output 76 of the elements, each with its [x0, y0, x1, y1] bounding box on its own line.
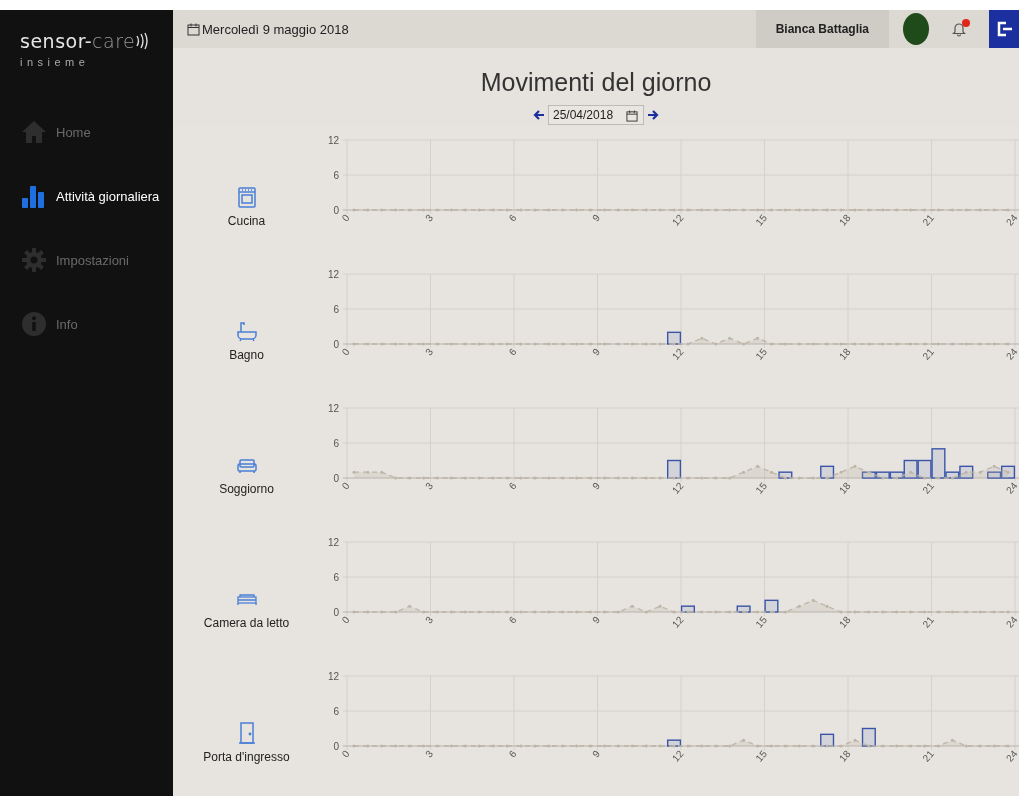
- axis-tick-label: 12: [669, 212, 686, 228]
- axis-tick-label: 18: [836, 614, 853, 630]
- axis-tick-label: 0: [333, 338, 339, 350]
- axis-tick-label: 3: [423, 748, 436, 760]
- axis-tick-label: 0: [333, 472, 339, 484]
- axis-tick-label: 24: [1003, 614, 1019, 630]
- page-title: Movimenti del giorno: [480, 68, 712, 97]
- axis-tick-label: 21: [920, 748, 937, 764]
- axis-tick-label: 9: [590, 480, 603, 492]
- axis-tick-label: 12: [327, 134, 339, 146]
- axis-tick-label: 0: [339, 748, 352, 760]
- axis-tick-label: 9: [590, 212, 603, 224]
- axis-tick-label: 0: [339, 346, 352, 358]
- axis-tick-label: 15: [753, 346, 770, 362]
- axis-tick-label: 12: [327, 536, 339, 548]
- room-name: Cucina: [227, 214, 266, 228]
- axis-tick-label: 6: [506, 346, 519, 358]
- logo-accent-text: care: [92, 30, 136, 52]
- room-name: Camera da letto: [203, 616, 290, 630]
- axis-tick-label: 6: [333, 705, 339, 717]
- axis-tick-label: 3: [423, 212, 436, 224]
- axis-tick-label: 0: [339, 614, 352, 626]
- axis-tick-label: 15: [753, 480, 770, 496]
- axis-tick-label: 18: [836, 748, 853, 764]
- axis-tick-label: 21: [920, 212, 937, 228]
- axis-tick-label: 15: [753, 212, 770, 228]
- sidebar-item[interactable]: Attività giornaliera: [0, 164, 173, 228]
- sidebar-item[interactable]: Home: [0, 100, 173, 164]
- axis-tick-label: 6: [506, 614, 519, 626]
- axis-tick-label: 15: [753, 614, 770, 630]
- axis-tick-label: 24: [1003, 346, 1019, 362]
- axis-tick-label: 6: [333, 437, 339, 449]
- axis-tick-label: 0: [333, 606, 339, 618]
- axis-tick-label: 12: [327, 402, 339, 414]
- axis-tick-label: 3: [423, 346, 436, 358]
- axis-tick-label: 21: [920, 480, 937, 496]
- axis-tick-label: 3: [423, 614, 436, 626]
- axis-tick-label: 6: [506, 748, 519, 760]
- axis-tick-label: 24: [1003, 212, 1019, 228]
- axis-tick-label: 18: [836, 346, 853, 362]
- axis-tick-label: 0: [333, 740, 339, 752]
- axis-tick-label: 18: [836, 212, 853, 228]
- axis-tick-label: 6: [333, 303, 339, 315]
- axis-tick-label: 15: [753, 748, 770, 764]
- date-field[interactable]: 25/04/2018: [548, 105, 644, 125]
- axis-tick-label: 12: [669, 748, 686, 764]
- axis-tick-label: 0: [339, 480, 352, 492]
- axis-tick-label: 18: [836, 480, 853, 496]
- axis-tick-label: 6: [506, 480, 519, 492]
- axis-tick-label: 9: [590, 614, 603, 626]
- current-date: Mercoledì 9 maggio 2018: [202, 21, 349, 37]
- axis-tick-label: 24: [1003, 748, 1019, 764]
- user-name[interactable]: Bianca Battaglia: [755, 10, 889, 48]
- axis-tick-label: 6: [333, 571, 339, 583]
- axis-tick-label: 12: [669, 480, 686, 496]
- axis-tick-label: 21: [920, 614, 937, 630]
- sidebar-item[interactable]: Impostazioni: [0, 228, 173, 292]
- axis-tick-label: 21: [920, 346, 937, 362]
- axis-tick-label: 3: [423, 480, 436, 492]
- axis-tick-label: 6: [506, 212, 519, 224]
- room-name: Porta d'ingresso: [203, 750, 290, 764]
- axis-tick-label: 12: [327, 670, 339, 682]
- axis-tick-label: 0: [339, 212, 352, 224]
- room-name: Soggiorno: [219, 482, 274, 496]
- logo-text: sensor-: [20, 30, 93, 52]
- axis-tick-label: 9: [590, 748, 603, 760]
- logo-tagline: insieme: [20, 56, 90, 68]
- axis-tick-label: 6: [333, 169, 339, 181]
- sidebar-item[interactable]: Info: [0, 292, 173, 356]
- axis-tick-label: 0: [333, 204, 339, 216]
- axis-tick-label: 24: [1003, 480, 1019, 496]
- axis-tick-label: 9: [590, 346, 603, 358]
- room-name: Bagno: [229, 348, 264, 362]
- axis-tick-label: 12: [669, 346, 686, 362]
- axis-tick-label: 12: [669, 614, 686, 630]
- axis-tick-label: 12: [327, 268, 339, 280]
